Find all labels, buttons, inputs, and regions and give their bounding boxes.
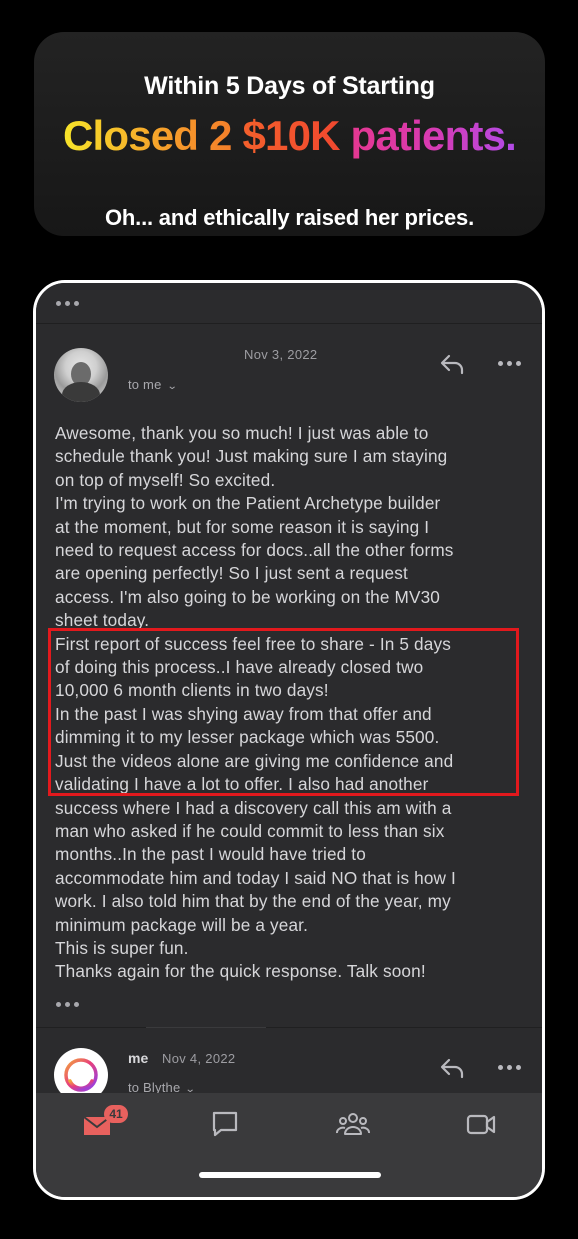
divider-highlight [146,1027,266,1028]
phone-screen: Nov 3, 2022 to me ⌄ Awesome, thank you so… [33,280,545,1200]
banner-line-1: Within 5 Days of Starting [144,72,435,100]
home-indicator[interactable] [199,1172,381,1178]
unread-count-badge: 41 [104,1105,128,1123]
headline-banner: Within 5 Days of Starting Closed 2 $10K … [34,32,545,236]
message-more-icon[interactable] [498,1065,521,1070]
meet-tab-icon[interactable] [464,1107,498,1141]
reply-icon[interactable] [439,1057,465,1079]
thread-top-bar [36,283,542,324]
chat-tab-icon[interactable] [208,1107,242,1141]
banner-line-3: Oh... and ethically raised her prices. [105,205,474,230]
sender-name: me [128,1050,149,1066]
recipient-label: to me [128,377,162,392]
more-options-icon[interactable] [56,301,79,306]
bottom-tab-bar: 41 [36,1093,542,1197]
chevron-down-icon: ⌄ [166,381,178,392]
spaces-tab-icon[interactable] [336,1107,370,1141]
highlight-box [48,628,519,796]
banner-closed-text: Closed 2 [62,112,243,159]
show-trimmed-content-icon[interactable] [56,1002,79,1007]
message-more-icon[interactable] [498,361,521,366]
page: Within 5 Days of Starting Closed 2 $10K … [0,0,578,1239]
recipient-toggle[interactable]: to me ⌄ [128,377,178,392]
reply-icon[interactable] [439,353,465,375]
banner-line-2: Closed 2 $10K patients. [34,112,545,160]
email-date: Nov 3, 2022 [244,347,318,362]
email-date-2: Nov 4, 2022 [162,1051,236,1066]
banner-amount-text: $10K [242,112,340,159]
banner-patients-text: patients. [339,112,517,159]
sender-avatar[interactable] [54,348,108,402]
message-divider [36,1027,542,1028]
